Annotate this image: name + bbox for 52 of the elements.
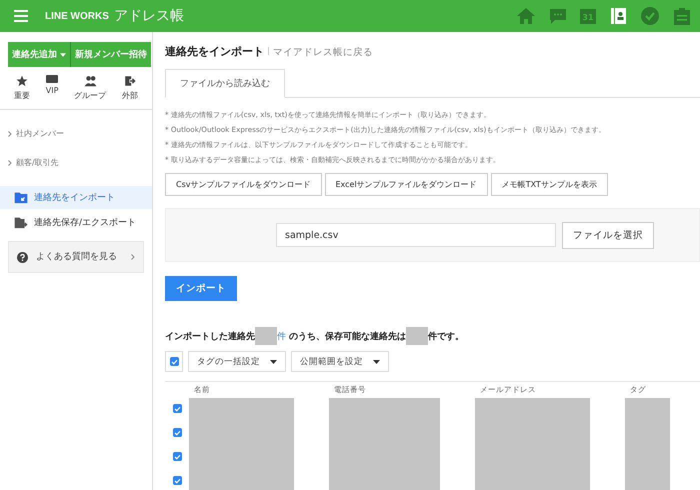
contacts-icon[interactable] <box>608 6 628 26</box>
checkbox[interactable] <box>170 357 178 366</box>
checkbox[interactable] <box>172 476 182 485</box>
people-icon <box>84 75 97 87</box>
chevron-right-icon <box>131 254 135 260</box>
faq-link[interactable]: よくある質問を見る <box>8 241 144 273</box>
star-icon <box>16 75 28 87</box>
folder-import-icon <box>14 191 28 204</box>
exit-icon <box>124 75 136 87</box>
file-name-field[interactable]: sample.csv <box>276 223 556 247</box>
home-icon[interactable] <box>516 6 536 26</box>
sidebar-item[interactable]: 連絡先をインポート <box>0 186 152 209</box>
checkbox[interactable] <box>172 428 182 437</box>
tab[interactable]: ファイルから読み込む <box>165 69 285 98</box>
page-title: 連絡先をインポート <box>165 44 264 59</box>
caret-icon <box>60 52 66 56</box>
section-toggle[interactable]: 社内メンバー <box>0 110 152 139</box>
choose-file-button[interactable]: ファイルを選択 <box>562 222 654 248</box>
vip-icon <box>46 75 58 83</box>
chevron-right-icon <box>8 130 12 136</box>
dropdown-button[interactable]: 公開範囲を設定 <box>291 351 389 372</box>
sample-download-button[interactable]: Csvサンプルファイルをダウンロード <box>165 173 322 196</box>
redacted-block <box>406 327 428 345</box>
shortcut-label[interactable]: VIP <box>46 86 58 95</box>
summary-text: のうち、保存可能な連絡先は <box>288 330 406 342</box>
app-title: アドレス帳 <box>114 7 184 25</box>
import-button[interactable]: インポート <box>165 276 237 301</box>
chat-icon[interactable] <box>548 6 568 26</box>
back-link[interactable]: マイアドレス帳に戻る <box>273 46 373 59</box>
dropdown-button[interactable]: タグの一括設定 <box>188 351 286 372</box>
sample-download-button[interactable]: メモ帳TXTサンプルを表示 <box>490 173 608 196</box>
sidebar-item[interactable]: 連絡先保存/エクスポート <box>0 211 152 234</box>
folder-export-icon <box>14 216 28 229</box>
check-icon[interactable] <box>640 6 660 26</box>
sample-download-button[interactable]: Excelサンプルファイルをダウンロード <box>324 173 488 196</box>
help-icon <box>17 252 28 262</box>
brand-logo: LINE WORKS <box>45 10 109 22</box>
summary-text: インポートした連絡先 <box>165 330 255 342</box>
chevron-right-icon <box>8 160 12 166</box>
caret-icon <box>270 360 277 364</box>
count-unit-link[interactable]: 件 <box>277 330 286 342</box>
checkbox[interactable] <box>172 452 182 461</box>
shortcut-label[interactable]: グループ <box>74 90 106 101</box>
checkbox[interactable] <box>172 404 182 413</box>
redacted-block <box>255 327 277 345</box>
shortcut-label[interactable]: 外部 <box>122 90 138 101</box>
clipboard-icon[interactable] <box>672 6 692 26</box>
summary-text: 件です。 <box>428 330 464 342</box>
menu-icon[interactable] <box>14 10 28 22</box>
caret-icon <box>373 360 380 364</box>
section-toggle[interactable]: 顧客/取引先 <box>0 139 152 168</box>
shortcut-label[interactable]: 重要 <box>14 90 30 101</box>
